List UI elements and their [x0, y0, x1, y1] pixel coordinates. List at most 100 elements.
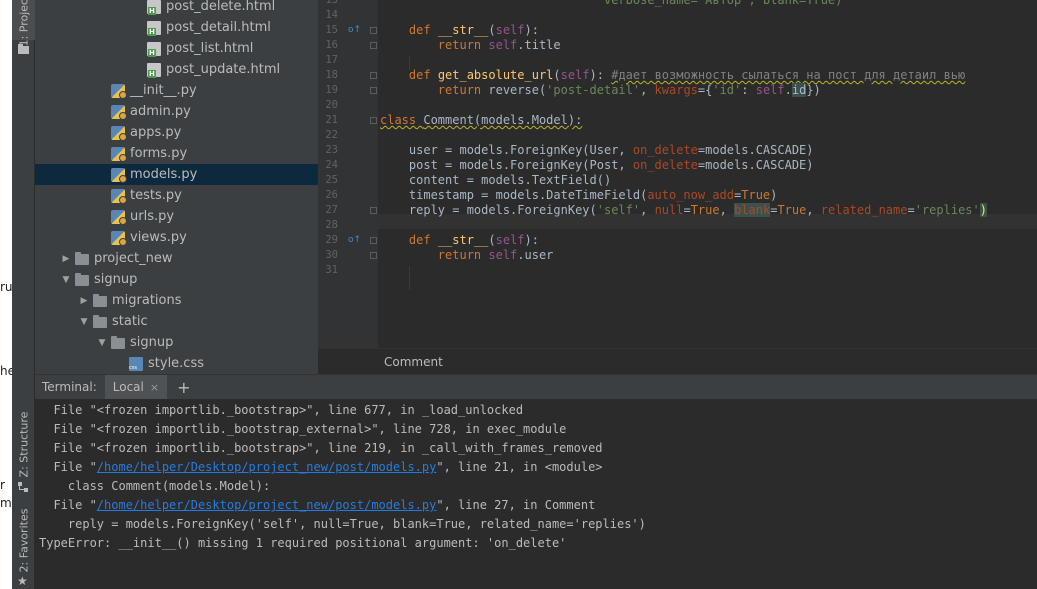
tree-item-label: tests.py: [130, 188, 182, 203]
folder-icon: [111, 335, 125, 349]
code-token: null: [654, 203, 684, 217]
code-line: return self.user: [380, 248, 554, 263]
code-token: reverse(: [488, 83, 547, 97]
chevron-down-icon[interactable]: ▼: [61, 275, 71, 285]
code-token: =: [683, 203, 691, 217]
tree-item[interactable]: ▼ static: [35, 311, 318, 332]
file-link[interactable]: /home/helper/Desktop/project_new/post/mo…: [97, 498, 437, 512]
tree-item[interactable]: urls.py: [35, 206, 318, 227]
code-token: class: [380, 113, 424, 127]
star-icon: ★: [17, 574, 28, 588]
terminal-output[interactable]: File "<frozen importlib._bootstrap>", li…: [35, 399, 1037, 589]
tree-item[interactable]: style.css: [35, 353, 318, 374]
code-token: get_absolute_url: [437, 68, 554, 82]
code-token: (: [488, 23, 496, 37]
terminal-line: File "<frozen importlib._bootstrap>", li…: [39, 401, 523, 420]
tree-item[interactable]: forms.py: [35, 143, 318, 164]
code-token: return: [437, 38, 489, 52]
terminal-text: File ": [39, 460, 97, 474]
fold-marker-icon[interactable]: [370, 42, 377, 49]
code-line: def get_absolute_url(self): #дает возмож…: [380, 68, 965, 83]
tree-item[interactable]: post_list.html: [35, 38, 318, 59]
code-token: True: [741, 188, 771, 202]
code-token: return: [437, 248, 489, 262]
tree-item[interactable]: ▼ signup: [35, 269, 318, 290]
chevron-down-icon[interactable]: ▼: [97, 338, 107, 348]
fold-marker-icon[interactable]: [370, 237, 377, 244]
fold-marker-icon[interactable]: [370, 27, 377, 34]
code-line: user = models.ForeignKey(User, on_delete…: [380, 143, 814, 158]
tree-item-label: __init__.py: [130, 83, 197, 98]
tree-item[interactable]: apps.py: [35, 122, 318, 143]
tree-item[interactable]: admin.py: [35, 101, 318, 122]
chevron-right-icon[interactable]: ▶: [61, 254, 71, 264]
new-terminal-button[interactable]: +: [177, 378, 190, 397]
html-file-icon: [147, 41, 161, 57]
code-token: .user: [517, 248, 554, 262]
fold-marker-icon[interactable]: [370, 252, 377, 259]
code-line: content = models.TextField(): [380, 173, 611, 188]
project-tree: post_delete.html post_detail.html post_lis…: [35, 0, 318, 374]
editor-breadcrumb[interactable]: Comment: [318, 348, 1037, 374]
code-token: ):: [524, 233, 539, 247]
code-token: =models.CASCADE): [697, 158, 814, 172]
fold-marker-icon[interactable]: [370, 72, 377, 79]
tree-item[interactable]: __init__.py: [35, 80, 318, 101]
code-token: self: [495, 23, 525, 37]
override-method-icon[interactable]: o↑: [348, 236, 361, 245]
terminal-tab-local[interactable]: Local ×: [104, 374, 168, 400]
tab-favorites[interactable]: 2: Favorites: [12, 508, 35, 572]
python-file-icon: [111, 167, 127, 183]
fold-marker-icon[interactable]: [370, 207, 377, 214]
tree-item-label: post_list.html: [166, 41, 254, 56]
tree-item[interactable]: views.py: [35, 227, 318, 248]
code-token: self: [495, 233, 525, 247]
chevron-down-icon[interactable]: ▼: [79, 317, 89, 327]
chevron-right-icon[interactable]: ▶: [79, 296, 89, 306]
code-token: ,: [719, 203, 735, 217]
tab-project[interactable]: 1: Project: [12, 0, 35, 46]
css-file-icon: [129, 356, 143, 371]
file-link[interactable]: /home/helper/Desktop/project_new/post/mo…: [97, 460, 437, 474]
code-editor[interactable]: 13 14 15 o↑ 16 17 18 19 20 21 22 23 24 25 26 27 28 29 o↑ 30…: [318, 0, 1037, 348]
line-number: 27: [325, 204, 338, 216]
folder-icon: [93, 293, 107, 307]
line-number: 22: [325, 129, 338, 141]
code-token: ): [770, 188, 778, 202]
python-file-icon: [111, 188, 127, 204]
close-icon[interactable]: ×: [150, 381, 159, 394]
code-token: .title: [517, 38, 561, 52]
tree-item[interactable]: post_delete.html: [35, 0, 318, 17]
code-token: on_delete: [632, 143, 698, 157]
tree-item[interactable]: ▶ migrations: [35, 290, 318, 311]
tab-structure[interactable]: Z: Structure: [12, 408, 35, 480]
html-file-icon: [147, 20, 161, 36]
tree-item[interactable]: ▼ signup: [35, 332, 318, 353]
tree-item[interactable]: ▶ project_new: [35, 248, 318, 269]
terminal-line: File "<frozen importlib._bootstrap>", li…: [39, 439, 602, 458]
tree-item-label: post_update.html: [166, 62, 281, 77]
tree-item[interactable]: models.py: [35, 164, 318, 185]
line-number: 25: [325, 174, 338, 186]
python-file-icon: [111, 230, 127, 246]
tree-item-label: urls.py: [130, 209, 175, 224]
code-line: reply = models.ForeignKey('self', null=T…: [380, 203, 987, 218]
code-token: related_name: [820, 203, 908, 217]
line-number: 18: [325, 69, 338, 81]
override-method-icon[interactable]: o↑: [348, 26, 361, 35]
breadcrumb-item[interactable]: Comment: [384, 355, 443, 369]
tree-item[interactable]: tests.py: [35, 185, 318, 206]
code-area[interactable]: verbose_name='Автор', blank=True) def __…: [380, 0, 1037, 348]
code-token: blank: [734, 203, 771, 217]
code-line: def __str__(self):: [380, 233, 539, 248]
fold-marker-icon[interactable]: [370, 87, 377, 94]
background-window-edge: ru he r ms: [0, 0, 18, 589]
tree-item[interactable]: post_update.html: [35, 59, 318, 80]
tree-item[interactable]: post_detail.html: [35, 17, 318, 38]
fold-marker-icon[interactable]: [370, 117, 377, 124]
code-token: __str__: [437, 23, 489, 37]
code-line: return reverse('post-detail', kwargs={'i…: [380, 83, 821, 98]
python-file-icon: [111, 146, 127, 162]
